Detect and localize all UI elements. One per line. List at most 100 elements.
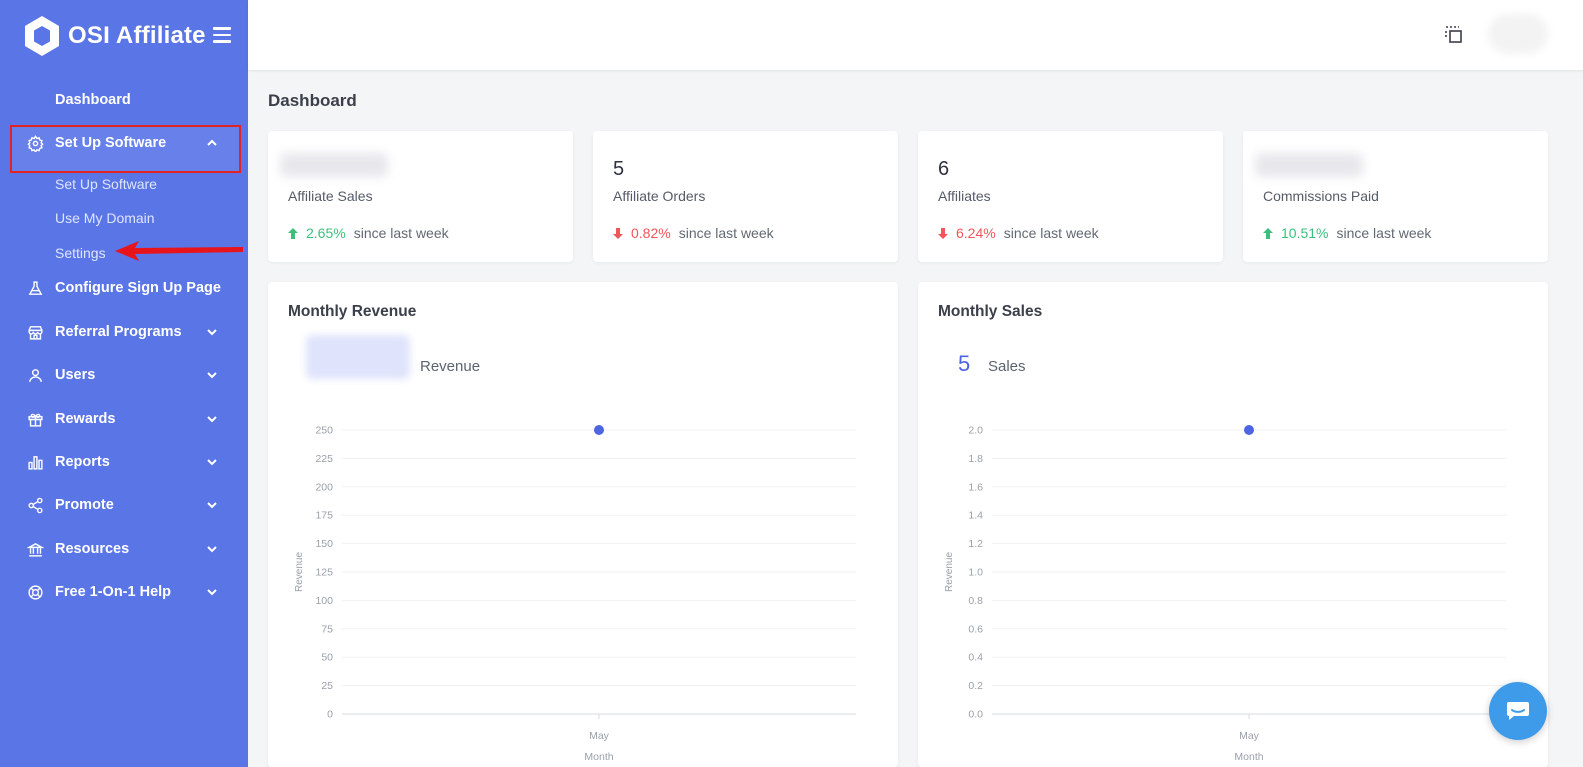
sidebar-item-reports[interactable]: Reports — [0, 445, 248, 479]
x-tick-label: May — [589, 730, 610, 742]
stat-trend-percent: 2.65% — [306, 225, 346, 241]
sidebar-item-label: Referral Programs — [55, 324, 182, 340]
stat-card-affiliate-orders: 5 Affiliate Orders 0.82% since last week — [593, 131, 898, 262]
y-tick-label: 0.4 — [968, 652, 983, 664]
data-point[interactable] — [1244, 425, 1254, 435]
sidebar-item-rewards[interactable]: Rewards — [0, 402, 248, 436]
stat-value-blurred — [1255, 153, 1363, 177]
y-tick-label: 125 — [315, 567, 333, 579]
submenu-item-use-my-domain[interactable]: Use My Domain — [55, 210, 155, 226]
annotation-arrow — [115, 241, 243, 261]
stat-trend-since: since last week — [353, 225, 449, 241]
gift-icon — [28, 413, 43, 427]
sidebar-item-resources[interactable]: Resources — [0, 532, 248, 566]
store-icon — [28, 325, 43, 340]
chevron-up-icon — [207, 139, 217, 146]
x-axis-label: Month — [1234, 751, 1263, 763]
chevron-down-icon — [207, 372, 217, 379]
stat-trend-since: since last week — [678, 225, 774, 241]
chevron-down-icon — [207, 329, 217, 336]
arrow-down-icon — [613, 227, 623, 239]
chart-card-monthly-revenue: Monthly Revenue Revenue 250 225 200 175 150 1… — [268, 282, 898, 767]
sales-chart: 2.0 1.8 1.6 1.4 1.2 1.0 0.8 0.6 0.4 0.2 0.0 Revenue… — [944, 425, 1506, 763]
sidebar-item-referral-programs[interactable]: Referral Programs — [0, 315, 248, 349]
sidebar: OSI Affiliate Dashboard Set Up Software … — [0, 0, 248, 767]
y-tick-label: 1.0 — [968, 567, 983, 579]
page-title: Dashboard — [268, 91, 357, 110]
y-tick-label: 225 — [315, 453, 333, 465]
stat-card-commissions-paid: Commissions Paid 10.51% since last week — [1243, 131, 1548, 262]
x-axis-label: Month — [584, 751, 613, 763]
hexagon-logo-icon — [25, 16, 59, 56]
bank-icon — [27, 542, 44, 557]
sidebar-item-configure-sign-up-page[interactable]: Configure Sign Up Page — [0, 271, 248, 305]
share-icon — [28, 497, 43, 513]
y-axis-label: Revenue — [294, 552, 305, 592]
sidebar-item-label: Reports — [55, 454, 110, 470]
sidebar-item-label: Set Up Software — [55, 135, 167, 151]
chart-card-monthly-sales: Monthly Sales 5 Sales 2.0 1.8 1.6 1.4 1.2 1.0… — [918, 282, 1548, 767]
y-axis-label: Revenue — [944, 552, 955, 592]
user-avatar[interactable] — [1488, 14, 1548, 54]
y-tick-label: 150 — [315, 538, 333, 550]
stat-trend-since: since last week — [1003, 225, 1099, 241]
sidebar-item-dashboard[interactable]: Dashboard — [0, 83, 248, 117]
lifebuoy-icon — [28, 584, 43, 600]
arrow-up-icon — [1263, 227, 1273, 239]
bar-chart-icon — [28, 455, 43, 470]
sidebar-item-label: Promote — [55, 497, 114, 513]
y-tick-label: 0 — [327, 709, 333, 721]
flask-icon — [28, 280, 43, 295]
y-tick-label: 100 — [315, 595, 333, 607]
stat-value-blurred — [280, 153, 388, 177]
stat-label: Commissions Paid — [1263, 188, 1379, 204]
stat-trend-percent: 6.24% — [956, 225, 996, 241]
stat-value: 5 — [613, 158, 625, 180]
chevron-down-icon — [207, 416, 217, 423]
chat-button[interactable] — [1489, 682, 1547, 740]
y-tick-label: 0.8 — [968, 595, 983, 607]
arrow-up-icon — [288, 227, 298, 239]
chevron-down-icon — [207, 459, 217, 466]
chat-icon — [1507, 702, 1529, 720]
revenue-chart: 2502252001751501251007550250RevenueMayMo… — [294, 425, 856, 763]
y-tick-label: 175 — [315, 510, 333, 522]
y-tick-label: 25 — [321, 680, 333, 692]
y-tick-label: 1.2 — [968, 538, 983, 550]
stat-label: Affiliates — [938, 188, 991, 204]
data-point[interactable] — [594, 425, 604, 435]
submenu-item-set-up-software[interactable]: Set Up Software — [55, 176, 157, 192]
y-tick-label: 250 — [315, 425, 333, 437]
y-tick-label: 1.8 — [968, 453, 983, 465]
brand[interactable]: OSI Affiliate — [22, 14, 206, 58]
fullscreen-icon[interactable] — [1444, 25, 1464, 45]
stat-label: Affiliate Orders — [613, 188, 706, 204]
brand-name: OSI Affiliate — [68, 22, 206, 49]
hamburger-menu-icon[interactable] — [213, 27, 231, 43]
gear-icon — [27, 134, 44, 152]
stat-value: 6 — [938, 158, 950, 180]
chevron-down-icon — [207, 502, 217, 509]
sidebar-item-free-help[interactable]: Free 1-On-1 Help — [0, 575, 248, 609]
user-icon — [29, 368, 42, 382]
y-tick-label: 0.2 — [968, 680, 983, 692]
y-tick-label: 50 — [321, 652, 333, 664]
chevron-down-icon — [207, 589, 217, 596]
sidebar-item-label: Rewards — [55, 411, 116, 427]
stat-trend: 0.82% since last week — [613, 225, 774, 241]
y-tick-label: 0.6 — [968, 623, 983, 635]
stat-label: Affiliate Sales — [288, 188, 373, 204]
sidebar-item-users[interactable]: Users — [0, 358, 248, 392]
sidebar-item-promote[interactable]: Promote — [0, 488, 248, 522]
y-tick-label: 2.0 — [968, 425, 983, 437]
arrow-down-icon — [938, 227, 948, 239]
sidebar-item-set-up-software[interactable]: Set Up Software — [0, 126, 248, 160]
stat-trend: 6.24% since last week — [938, 225, 1099, 241]
stat-trend-since: since last week — [1336, 225, 1432, 241]
sidebar-item-label: Configure Sign Up Page — [55, 280, 221, 296]
chevron-down-icon — [207, 546, 217, 553]
x-tick-label: May — [1239, 730, 1260, 742]
sidebar-item-label: Resources — [55, 541, 130, 557]
submenu-item-settings[interactable]: Settings — [55, 245, 106, 261]
y-tick-label: 0.0 — [968, 709, 983, 721]
